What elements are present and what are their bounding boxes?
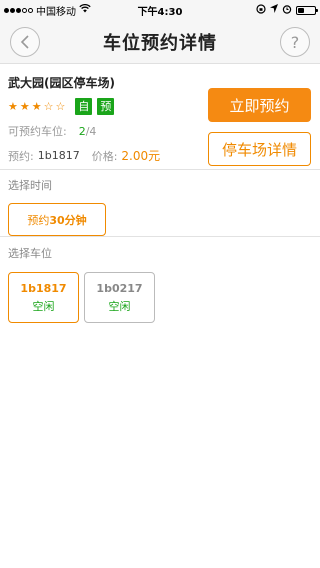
time-section-label: 选择时间: [8, 179, 52, 192]
price-label: 价格:: [91, 149, 118, 163]
time-selection-section: 选择时间 预约 30分钟: [0, 170, 320, 237]
spot-list: 1b1817 空闲 1b0217 空闲: [8, 272, 312, 323]
signal-dot: [16, 7, 21, 13]
spot-id: 1b0217: [96, 281, 143, 295]
chevron-left-icon: [20, 35, 29, 49]
signal-dot: [28, 7, 33, 13]
battery-icon: [296, 5, 318, 15]
tag-reservable: 预: [97, 98, 115, 115]
available-spots-label: 可预约车位:: [8, 125, 67, 138]
tag-self-service: 自: [75, 98, 93, 115]
parking-lot-info: 武大园(园区停车场) ★ ★ ★ ☆ ☆ 自 预 可预约车位: 2/4 预约: 1b18…: [0, 64, 320, 170]
time-option-prefix: 预约: [27, 213, 50, 227]
time-option-button[interactable]: 预约 30分钟: [8, 203, 106, 236]
star-filled-icon: ★: [8, 100, 18, 113]
page-title: 车位预约详情: [103, 32, 217, 54]
spot-option[interactable]: 1b1817 空闲: [8, 272, 79, 323]
status-time: 下午4:30: [137, 6, 183, 18]
signal-dot: [4, 7, 9, 13]
available-spots-total: /4: [85, 124, 97, 138]
star-rating: ★ ★ ★ ☆ ☆: [8, 101, 65, 112]
spot-selection-section: 选择车位 1b1817 空闲 1b0217 空闲: [0, 237, 320, 323]
star-empty-icon: ☆: [43, 100, 54, 113]
status-right: [256, 3, 318, 17]
wifi-icon: [79, 3, 91, 16]
spot-status: 空闲: [32, 299, 55, 313]
help-button[interactable]: ?: [280, 27, 310, 57]
star-empty-icon: ☆: [55, 100, 66, 113]
spot-option[interactable]: 1b0217 空闲: [84, 272, 155, 323]
back-button[interactable]: [10, 27, 40, 57]
reserve-spot-id: 1b1817: [37, 149, 80, 162]
available-spots-number: 2: [78, 124, 86, 138]
star-filled-icon: ★: [19, 100, 30, 113]
battery-level: [298, 7, 304, 13]
signal-strength-icon: [4, 7, 33, 13]
carrier-name: 中国移动: [36, 6, 76, 18]
available-spots-count: 2/4: [79, 125, 97, 138]
status-bar: 中国移动 下午4:30: [0, 0, 320, 20]
rotation-lock-icon: [256, 3, 266, 17]
price-value: 2.00元: [121, 149, 161, 163]
parking-lot-details-button[interactable]: 停车场详情: [208, 132, 311, 166]
alarm-icon: [282, 4, 292, 17]
spot-section-label: 选择车位: [8, 247, 52, 260]
question-mark-icon: ?: [290, 32, 300, 52]
signal-dot: [22, 7, 27, 13]
star-filled-icon: ★: [31, 100, 42, 113]
signal-dot: [10, 7, 15, 13]
location-icon: [270, 4, 278, 16]
time-option-value: 30分钟: [49, 213, 87, 227]
spot-status: 空闲: [108, 299, 131, 313]
navigation-bar: 车位预约详情 ?: [0, 20, 320, 64]
reserve-now-button[interactable]: 立即预约: [208, 88, 311, 122]
status-left: 中国移动: [4, 3, 91, 18]
reserve-label: 预约:: [8, 149, 34, 163]
spot-id: 1b1817: [20, 281, 67, 295]
